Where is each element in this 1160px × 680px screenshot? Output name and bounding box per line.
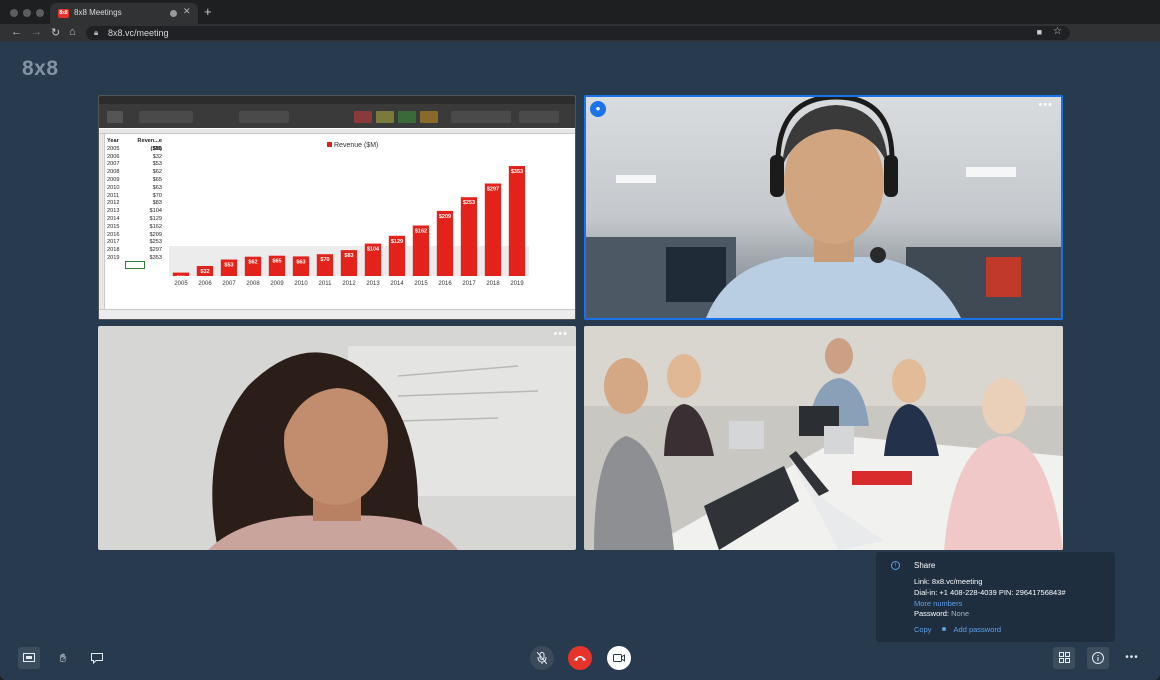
share-panel: i Share Link: 8x8.vc/meeting Dial-in: +1… — [876, 552, 1115, 642]
new-tab-button[interactable]: + — [204, 4, 212, 19]
separator-dot — [941, 627, 946, 631]
chart-tick-label: 2005 — [174, 281, 188, 287]
screen-share-tile[interactable]: Year Reven...e ($M) 2005 $11 2006 $32 2007 $53 2… — [98, 95, 576, 320]
participant-tile-woman[interactable]: ••• — [98, 326, 576, 550]
chat-button[interactable] — [86, 647, 108, 669]
browser-tab[interactable]: 8x8 8x8 Meetings ✕ — [50, 3, 198, 24]
close-window-button[interactable] — [10, 9, 18, 17]
chart-tick-label: 2007 — [222, 281, 236, 287]
add-password-button[interactable]: Add password — [954, 625, 1002, 634]
screen-share-button[interactable] — [18, 647, 40, 669]
bookmark-star-icon[interactable]: ☆ — [1053, 26, 1062, 37]
browser-tab-bar: 8x8 8x8 Meetings ✕ + — [0, 0, 1160, 24]
home-icon[interactable]: ⌂ — [69, 26, 76, 38]
chart-data-label: $129 — [391, 239, 403, 245]
info-button[interactable] — [1087, 647, 1109, 669]
recording-indicator-icon — [170, 10, 177, 17]
team-video — [584, 326, 1063, 550]
chart-data-label: $70 — [320, 257, 329, 263]
screen-share-icon — [23, 653, 35, 662]
camera-button[interactable] — [607, 646, 631, 670]
meeting-window: 8x8 8x8 Meetings ✕ + ← → ↻ ⌂ 🔒︎ 8x8.vc/m… — [0, 0, 1160, 680]
chart-bar — [484, 183, 502, 276]
reload-icon[interactable]: ↻ — [51, 26, 60, 39]
chart-data-label: $297 — [487, 187, 499, 193]
chart-tick-label: 2012 — [342, 281, 356, 287]
info-icon: i — [891, 561, 900, 570]
chat-icon — [91, 653, 103, 665]
camera-in-use-icon[interactable]: ■ — [1037, 27, 1042, 37]
mute-button[interactable] — [530, 646, 554, 670]
excel-status-bar — [99, 309, 575, 319]
chart-data-label: $63 — [296, 259, 305, 265]
meeting-link: Link: 8x8.vc/meeting — [914, 577, 983, 586]
chart-tick-label: 2010 — [294, 281, 308, 287]
camera-icon — [613, 654, 625, 662]
chart-bar — [436, 210, 454, 276]
chart-data-label: $353 — [511, 169, 523, 175]
forward-icon[interactable]: → — [31, 26, 42, 38]
address-bar: ← → ↻ ⌂ 🔒︎ 8x8.vc/meeting ■ ☆ — [0, 24, 1160, 42]
raise-hand-button[interactable]: ✋︎ — [52, 647, 74, 669]
chart-tick-label: 2015 — [414, 281, 428, 287]
maximize-window-button[interactable] — [36, 9, 44, 17]
password-value: None — [951, 609, 970, 618]
chart-tick-label: 2009 — [270, 281, 284, 287]
tile-view-icon — [1058, 652, 1070, 663]
chart-tick-label: 2018 — [486, 281, 500, 287]
close-tab-icon[interactable]: ✕ — [183, 6, 191, 17]
lock-icon: 🔒︎ — [94, 28, 99, 37]
url-text: 8x8.vc/meeting — [108, 28, 169, 38]
url-field[interactable]: 🔒︎ 8x8.vc/meeting ■ ☆ — [86, 26, 1070, 40]
tab-title: 8x8 Meetings — [74, 8, 122, 17]
chart-tick-label: 2016 — [438, 281, 452, 287]
participant-video — [98, 326, 576, 550]
chart-data-label: $53 — [224, 263, 233, 269]
password-label: Password: — [914, 609, 950, 618]
chart-data-label: $162 — [415, 229, 427, 235]
more-options-button[interactable]: ••• — [1121, 647, 1143, 669]
chart-tick-label: 2013 — [366, 281, 380, 287]
favicon-icon: 8x8 — [58, 9, 69, 18]
tile-more-button[interactable]: ••• — [1038, 99, 1053, 111]
revenue-chart: $112005$322006$532007$622008$652009$6320… — [169, 166, 529, 287]
chart-tick-label: 2014 — [390, 281, 404, 287]
password-line: Password: None — [914, 609, 969, 618]
raise-hand-icon: ✋︎ — [59, 651, 67, 665]
chart-data-label: $65 — [272, 259, 281, 265]
dial-in-info: Dial-in: +1 408-228-4039 PIN: 2964175684… — [914, 588, 1066, 597]
chart-tick-label: 2011 — [319, 281, 333, 287]
hangup-button[interactable] — [568, 646, 592, 670]
chart-data-label: $62 — [248, 260, 257, 266]
chart-data-label: $83 — [344, 253, 353, 259]
back-icon[interactable]: ← — [11, 26, 22, 38]
hangup-icon — [574, 656, 586, 661]
chart-tick-label: 2008 — [246, 281, 260, 287]
chart-data-label: $253 — [463, 200, 475, 206]
minimize-window-button[interactable] — [23, 9, 31, 17]
tile-view-button[interactable] — [1053, 647, 1075, 669]
chart-tick-label: 2006 — [198, 281, 212, 287]
chart-tick-label: 2017 — [462, 281, 476, 287]
info-icon — [1092, 652, 1104, 664]
participant-tile-speaker[interactable]: ● ••• — [584, 95, 1063, 320]
chart-tick-label: 2019 — [510, 281, 524, 287]
chart-bar — [508, 166, 526, 276]
speaking-indicator-icon: ● — [590, 101, 606, 117]
mute-mic-icon — [536, 651, 548, 665]
share-heading: Share — [914, 561, 936, 570]
share-actions: Copy Add password — [914, 625, 1001, 634]
speaker-video — [586, 97, 1061, 318]
app-logo: 8x8 — [22, 57, 59, 80]
tile-more-button[interactable]: ••• — [553, 328, 568, 340]
participant-tile-team[interactable] — [584, 326, 1063, 550]
chart-data-label: $104 — [367, 247, 380, 253]
more-numbers-link[interactable]: More numbers — [914, 599, 962, 608]
copy-button[interactable]: Copy — [914, 625, 932, 634]
chart-data-label: $209 — [439, 214, 451, 220]
chart-data-label: $32 — [200, 269, 209, 275]
chart-bar — [460, 197, 478, 276]
